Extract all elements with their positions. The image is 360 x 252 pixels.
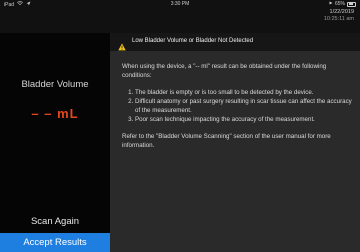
conditions-list: The bladder is empty or is too small to … [122,88,354,124]
accept-results-button[interactable]: Accept Results [0,233,110,252]
status-right: 65% [329,1,356,7]
status-bar: iPad 3:30 PM 65% [0,0,360,9]
bladder-volume-label: Bladder Volume [21,79,89,90]
date-text: 1/22/2019 [329,9,354,15]
alert-intro: When using the device, a "-- ml" result … [122,63,327,79]
condition-item: Poor scan technique impacting the accura… [135,115,354,124]
status-time: 3:30 PM [170,1,190,7]
volume-value: – – [31,106,53,121]
alert-body: When using the device, a "-- ml" result … [122,62,354,150]
time-text: 10:25:11 am [323,16,354,22]
condition-item: Difficult anatomy or past surgery result… [135,97,354,115]
datetime: 1/22/2019 10:25:11 am [324,9,354,23]
alert-footer: Refer to the "Bladder Volume Scanning" s… [122,133,331,149]
battery-percent: 65% [334,1,345,7]
warning-icon [118,38,126,51]
condition-item: The bladder is empty or is too small to … [135,88,354,97]
alert-header: Low Bladder Volume or Bladder Not Detect… [110,33,360,51]
battery-icon [347,1,356,7]
scan-again-button[interactable]: Scan Again [0,211,110,233]
arrow-icon [329,1,333,7]
alert-title: Low Bladder Volume or Bladder Not Detect… [132,38,254,44]
volume-unit: mL [57,106,79,121]
result-panel: Bladder Volume – – mL [0,33,110,233]
alert-panel: Low Bladder Volume or Bladder Not Detect… [110,33,360,252]
bladder-volume-value: – – mL [0,106,110,121]
